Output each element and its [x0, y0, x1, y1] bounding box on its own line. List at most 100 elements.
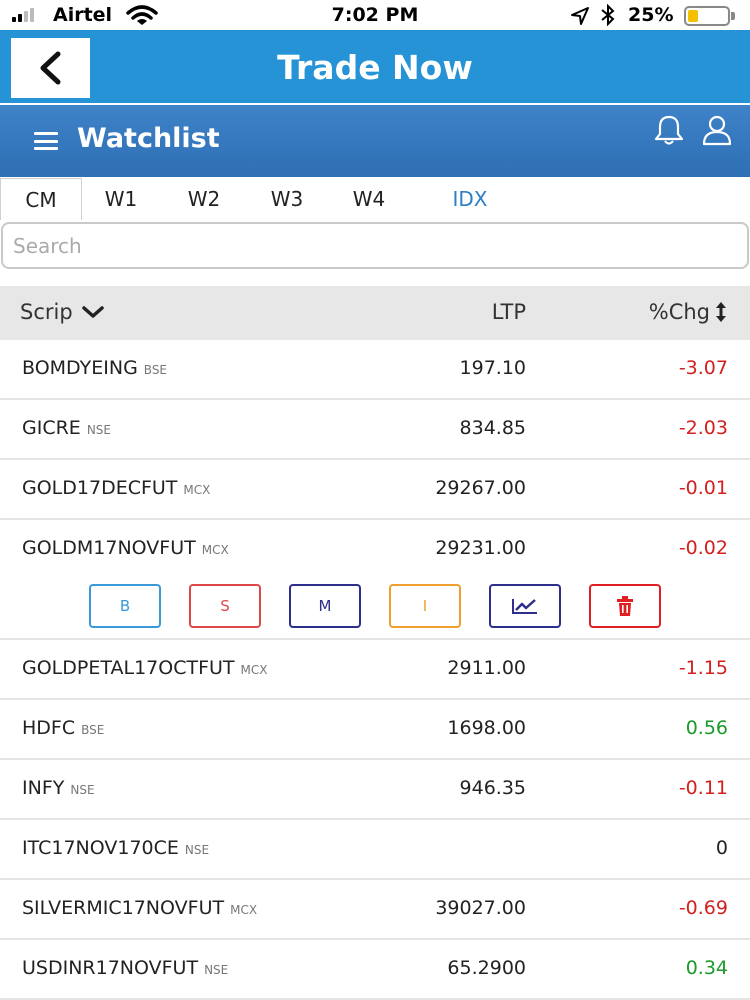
signal-icon: [12, 8, 34, 22]
exchange-label: NSE: [86, 423, 111, 437]
ltp-value: 946.35: [459, 777, 526, 799]
sort-icon: [716, 302, 726, 322]
buy-button[interactable]: B: [89, 584, 161, 628]
back-button[interactable]: [11, 38, 90, 98]
watchlist-tabs: CM W1 W2 W3 W4 IDX: [0, 178, 750, 220]
market-depth-button[interactable]: M: [289, 584, 361, 628]
scrip-symbol: GOLD17DECFUT: [22, 477, 178, 499]
scrip-name: HDFC BSE: [22, 717, 104, 739]
scrip-name: ITC17NOV170CE NSE: [22, 837, 209, 859]
scrip-name: GOLD17DECFUT MCX: [22, 477, 210, 499]
change-value: 0: [715, 837, 728, 859]
scrip-name: INFY NSE: [22, 777, 95, 799]
bluetooth-icon: [601, 4, 615, 26]
battery-percentage: 25%: [628, 4, 674, 26]
tab-idx[interactable]: IDX: [412, 178, 528, 220]
row-actions: BSMI: [0, 584, 750, 630]
app-header: Trade Now: [0, 30, 750, 103]
ltp-value: 2911.00: [447, 657, 526, 679]
scrip-column-label: Scrip: [20, 300, 73, 324]
exchange-label: MCX: [183, 483, 211, 497]
trash-icon: [617, 596, 633, 616]
watchlist-bar: Watchlist: [0, 105, 750, 177]
ltp-column-label: LTP: [491, 300, 526, 324]
chg-sort-header[interactable]: %Chg: [600, 300, 728, 324]
change-value: -0.01: [678, 477, 728, 499]
exchange-label: MCX: [201, 543, 229, 557]
carrier-name: Airtel: [53, 4, 113, 26]
user-icon[interactable]: [700, 113, 734, 147]
battery-fill: [688, 10, 698, 22]
table-row[interactable]: BOMDYEING BSE 197.10 -3.07: [0, 340, 750, 400]
change-value: -1.15: [678, 657, 728, 679]
exchange-label: NSE: [70, 783, 95, 797]
ltp-value: 29267.00: [435, 477, 526, 499]
ltp-value: 65.2900: [447, 957, 526, 979]
scrip-name: BOMDYEING BSE: [22, 357, 167, 379]
location-arrow-icon: [571, 7, 589, 25]
scrip-symbol: HDFC: [22, 717, 76, 739]
ltp-value: 1698.00: [447, 717, 526, 739]
sell-button[interactable]: S: [189, 584, 261, 628]
table-row[interactable]: GOLDM17NOVFUT MCX 29231.00 -0.02 B S M I: [0, 520, 750, 640]
scrip-symbol: GICRE: [22, 417, 81, 439]
status-bar: Airtel 7:02 PM 25%: [0, 0, 750, 30]
ltp-value: 834.85: [459, 417, 526, 439]
table-row[interactable]: GICRE NSE 834.85 -2.03: [0, 400, 750, 460]
table-row[interactable]: USDINR17NOVFUT NSE 65.2900 0.34: [0, 940, 750, 1000]
menu-icon[interactable]: [34, 132, 58, 150]
scrip-symbol: ITC17NOV170CE: [22, 837, 179, 859]
table-row[interactable]: HDFC BSE 1698.00 0.56: [0, 700, 750, 760]
change-value: 0.56: [685, 717, 728, 739]
wifi-icon: [126, 5, 158, 25]
table-row[interactable]: GOLDPETAL17OCTFUT MCX 2911.00 -1.15: [0, 640, 750, 700]
scrip-name: GICRE NSE: [22, 417, 111, 439]
delete-button[interactable]: [589, 584, 661, 628]
tab-cm[interactable]: CM: [0, 178, 82, 220]
app-title: Trade Now: [277, 48, 473, 87]
ltp-value: 197.10: [459, 357, 526, 379]
chevron-left-icon: [40, 51, 60, 85]
search-input[interactable]: [1, 222, 749, 269]
change-value: -0.02: [678, 537, 728, 559]
scrip-symbol: INFY: [22, 777, 65, 799]
table-row[interactable]: INFY NSE 946.35 -0.11: [0, 760, 750, 820]
change-value: -2.03: [678, 417, 728, 439]
chart-button[interactable]: [489, 584, 561, 628]
table-row[interactable]: GOLD17DECFUT MCX 29267.00 -0.01: [0, 460, 750, 520]
change-value: -0.69: [678, 897, 728, 919]
info-button[interactable]: I: [389, 584, 461, 628]
tab-w1[interactable]: W1: [82, 178, 160, 220]
watchlist-rows: BOMDYEING BSE 197.10 -3.07 GICRE NSE 834.85 -2.…: [0, 340, 750, 1000]
exchange-label: BSE: [143, 363, 168, 377]
scrip-symbol: SILVERMIC17NOVFUT: [22, 897, 225, 919]
scrip-symbol: USDINR17NOVFUT: [22, 957, 199, 979]
scrip-symbol: GOLDPETAL17OCTFUT: [22, 657, 235, 679]
table-row[interactable]: ITC17NOV170CE NSE 0: [0, 820, 750, 880]
ltp-value: 39027.00: [435, 897, 526, 919]
chg-column-label: %Chg: [648, 300, 710, 324]
battery-icon: [684, 6, 730, 26]
table-row[interactable]: SILVERMIC17NOVFUT MCX 39027.00 -0.69: [0, 880, 750, 940]
tab-w3[interactable]: W3: [248, 178, 326, 220]
watchlist-title: Watchlist: [77, 123, 220, 154]
exchange-label: NSE: [184, 843, 210, 857]
exchange-label: MCX: [240, 663, 268, 677]
change-value: -3.07: [678, 357, 728, 379]
exchange-label: NSE: [204, 963, 229, 977]
bell-icon[interactable]: [652, 113, 686, 147]
chevron-down-icon: [81, 306, 104, 318]
scrip-symbol: BOMDYEING: [22, 357, 138, 379]
scrip-name: GOLDPETAL17OCTFUT MCX: [22, 657, 267, 679]
scrip-name: USDINR17NOVFUT NSE: [22, 957, 228, 979]
table-header: Scrip LTP %Chg: [0, 286, 750, 340]
ltp-value: 29231.00: [435, 537, 526, 559]
change-value: 0.34: [685, 957, 728, 979]
scrip-sort-header[interactable]: Scrip: [20, 300, 105, 324]
tab-w4[interactable]: W4: [326, 178, 412, 220]
scrip-symbol: GOLDM17NOVFUT: [22, 537, 196, 559]
scrip-name: SILVERMIC17NOVFUT MCX: [22, 897, 257, 919]
change-value: -0.11: [678, 777, 728, 799]
battery-cap: [731, 12, 735, 20]
tab-w2[interactable]: W2: [160, 178, 248, 220]
